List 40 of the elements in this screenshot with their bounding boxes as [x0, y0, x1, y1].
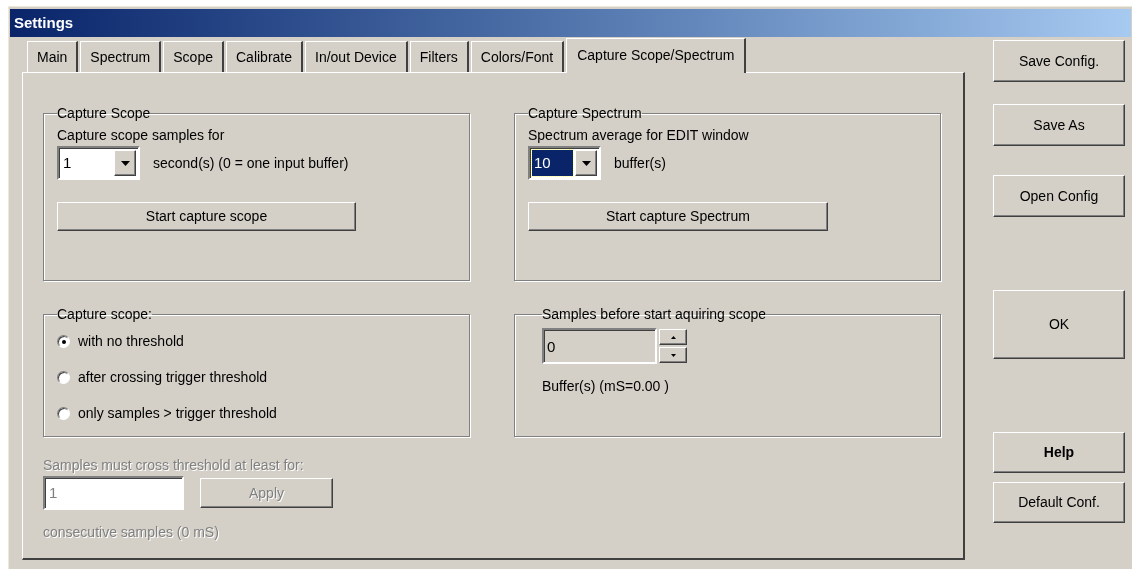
group-title: Capture Spectrum	[528, 105, 642, 121]
tab[interactable]: Filters	[409, 41, 469, 72]
label: Samples must cross threshold at least for:	[43, 457, 305, 474]
side-button[interactable]: Default Conf.	[993, 482, 1125, 523]
start-capture-button[interactable]: Start capture scope	[57, 202, 356, 231]
tab[interactable]: In/out Device	[305, 41, 408, 72]
up-triangle-icon	[670, 335, 676, 339]
group-title: Capture Scope	[57, 105, 151, 121]
label: second(s) (0 = one input buffer)	[153, 153, 349, 173]
down-triangle-icon	[670, 353, 676, 357]
tab[interactable]: Main	[27, 41, 79, 72]
radio-option[interactable]: with no threshold	[57, 330, 456, 353]
dropdown[interactable]: 10	[528, 146, 601, 180]
dropdown[interactable]: 1	[57, 146, 140, 180]
label: Spectrum average for EDIT window	[528, 127, 750, 144]
caret-icon	[581, 160, 591, 166]
group-title: Capture scope:	[57, 306, 152, 322]
tab[interactable]: Calibrate	[226, 41, 303, 72]
side-button[interactable]: Save Config.	[993, 40, 1125, 82]
up-arrow-button[interactable]	[659, 329, 687, 345]
side-button[interactable]: Help	[993, 432, 1125, 473]
tab[interactable]: Capture Scope/Spectrum	[566, 38, 747, 73]
side-button[interactable]: Save As	[993, 104, 1125, 146]
radio-option[interactable]: after crossing trigger threshold	[57, 366, 456, 389]
group-title: Samples before start aquiring scope	[542, 306, 767, 322]
side-button[interactable]: OK	[993, 290, 1125, 359]
note: Buffer(s) (mS=0.00 )	[542, 377, 670, 396]
radio-option[interactable]: only samples > trigger threshold	[57, 402, 456, 425]
label: buffer(s)	[614, 153, 666, 173]
tab[interactable]: Spectrum	[80, 41, 162, 72]
side-button[interactable]: Open Config	[993, 175, 1125, 217]
spinner-field[interactable]: 0	[542, 328, 657, 364]
tab[interactable]: Colors/Font	[470, 41, 565, 72]
start-capture-button[interactable]: Start capture Spectrum	[528, 202, 828, 231]
caret-icon	[120, 160, 130, 166]
label: Capture scope samples for	[57, 127, 226, 144]
tab[interactable]: Scope	[163, 41, 224, 72]
down-arrow-button[interactable]	[659, 347, 687, 363]
note: consecutive samples (0 mS)	[43, 523, 220, 542]
window-title: Settings	[10, 9, 1131, 37]
